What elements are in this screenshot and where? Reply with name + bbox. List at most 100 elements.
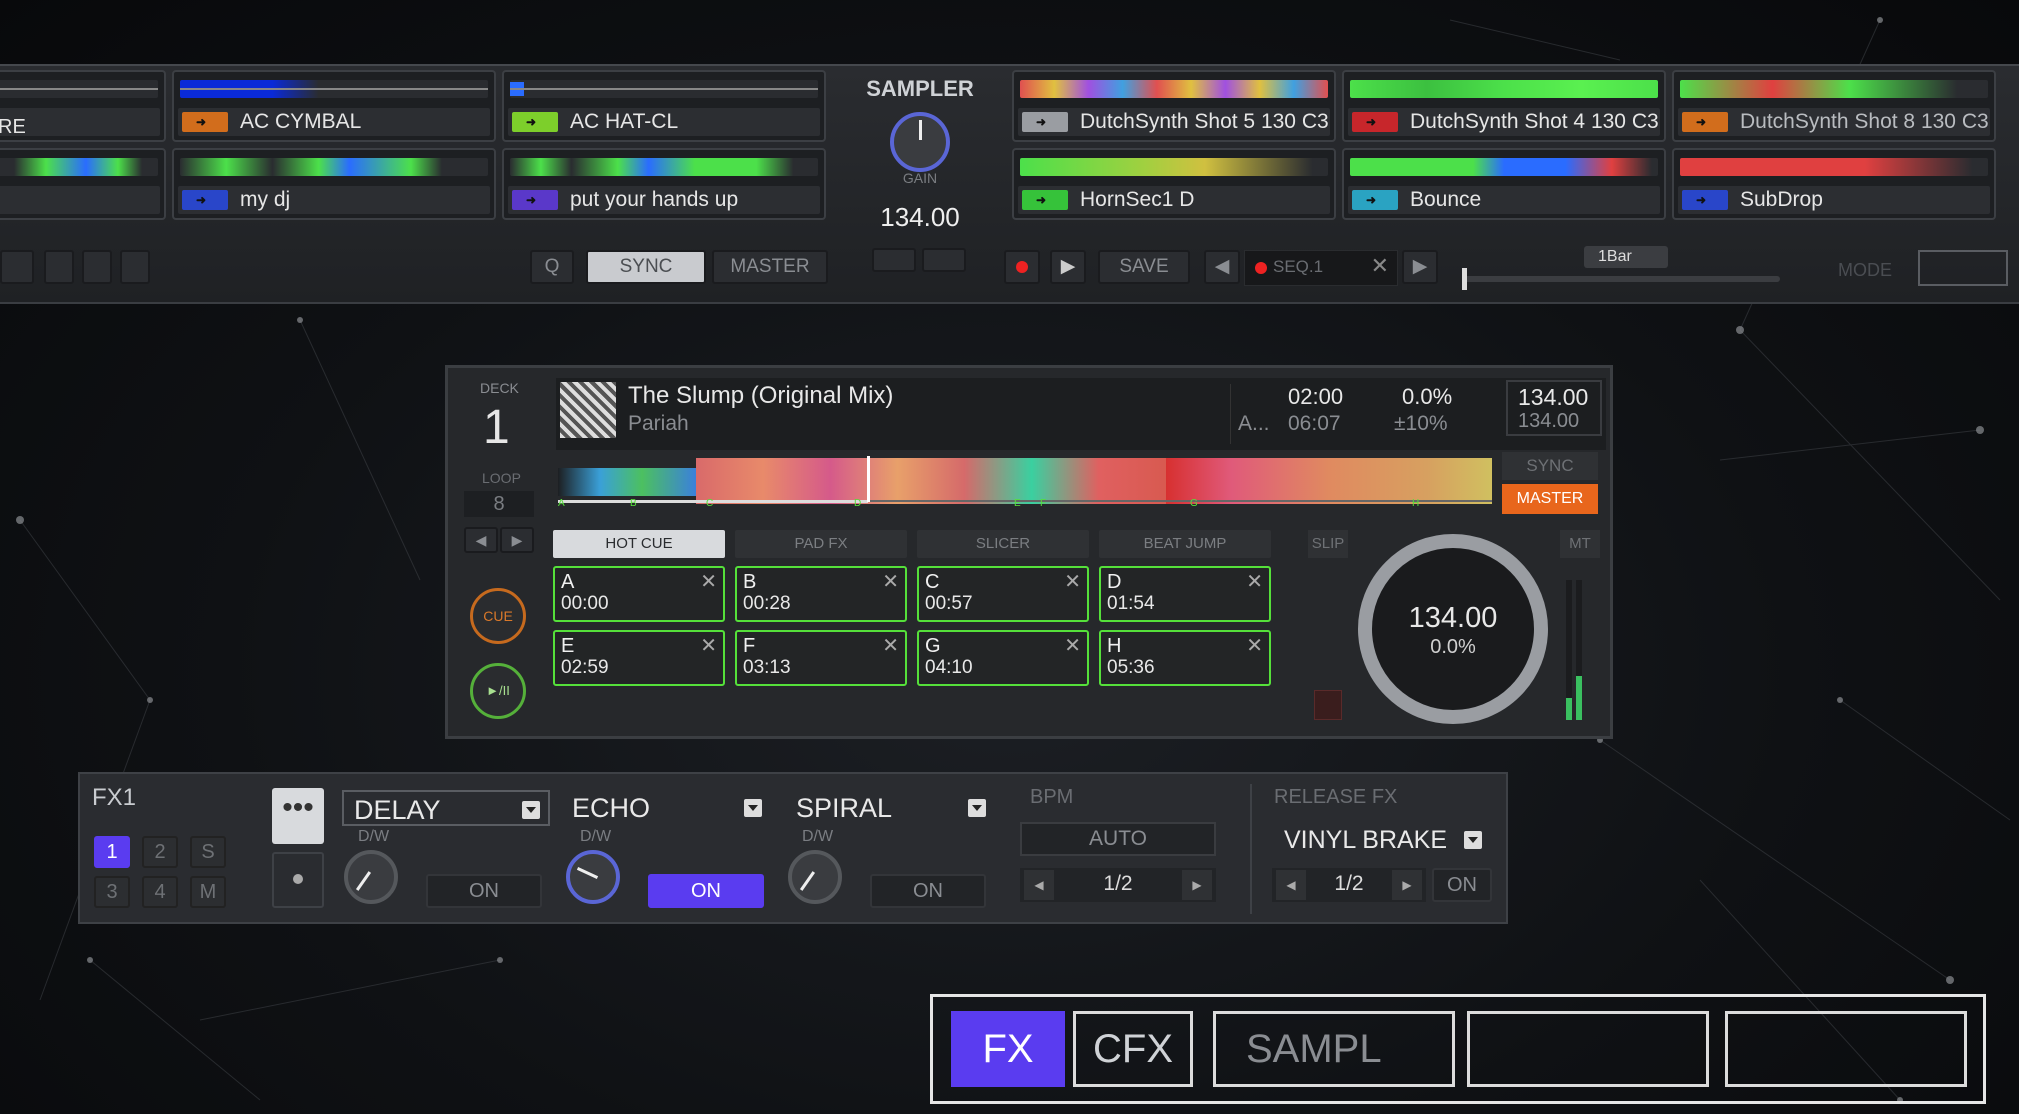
sampler-slot[interactable]: ➜ put your hands up: [502, 148, 826, 220]
fx-assign-button[interactable]: 4: [142, 876, 178, 908]
sampler-slot[interactable]: RE: [0, 70, 166, 142]
fx-effect-select[interactable]: DELAY: [342, 790, 550, 826]
hot-cue-pad[interactable]: D 01:54 ✕: [1099, 566, 1271, 622]
close-icon[interactable]: ✕: [1064, 569, 1081, 594]
release-fx-on-button[interactable]: ON: [1432, 868, 1492, 902]
hot-cue-pad[interactable]: E 02:59 ✕: [553, 630, 725, 686]
tab-empty[interactable]: [1725, 1011, 1967, 1087]
dw-knob[interactable]: [566, 850, 620, 904]
fx-auto-bpm-button[interactable]: AUTO: [1020, 822, 1216, 856]
fx-effect-select[interactable]: SPIRAL: [786, 790, 994, 826]
sequence-selector[interactable]: SEQ.1 ✕: [1244, 250, 1398, 286]
fx-effect-select[interactable]: ECHO: [562, 790, 770, 826]
close-icon[interactable]: ✕: [1246, 569, 1263, 594]
slot-color-swatch[interactable]: ➜: [1022, 112, 1068, 132]
mode-button[interactable]: [1918, 250, 2008, 286]
sampler-mode-button[interactable]: [0, 250, 34, 284]
dw-knob[interactable]: [788, 850, 842, 904]
close-icon[interactable]: ✕: [882, 569, 899, 594]
hot-cue-pad[interactable]: C 00:57 ✕: [917, 566, 1089, 622]
chevron-right-icon[interactable]: ▶: [1392, 870, 1422, 900]
cue-button[interactable]: CUE: [470, 588, 526, 644]
slot-color-swatch[interactable]: ➜: [1682, 190, 1728, 210]
slot-color-swatch[interactable]: ➜: [182, 112, 228, 132]
tab-beat-jump[interactable]: BEAT JUMP: [1099, 530, 1271, 558]
sampler-slot[interactable]: ➜ DutchSynth Shot 5 130 C3: [1012, 70, 1336, 142]
release-beat-selector[interactable]: ◀ 1/2 ▶: [1272, 868, 1426, 902]
dw-knob[interactable]: [344, 850, 398, 904]
sampler-slot[interactable]: ➜ DutchSynth Shot 4 130 C3: [1342, 70, 1666, 142]
tab-slicer[interactable]: SLICER: [917, 530, 1089, 558]
hot-cue-pad[interactable]: F 03:13 ✕: [735, 630, 907, 686]
jog-wheel[interactable]: 134.00 0.0%: [1358, 534, 1548, 724]
hot-cue-pad[interactable]: H 05:36 ✕: [1099, 630, 1271, 686]
fx-assign-button[interactable]: 1: [94, 836, 130, 868]
play-pause-button[interactable]: ►/II: [470, 663, 526, 719]
save-sequence-button[interactable]: SAVE: [1098, 250, 1190, 284]
bpm-down-button[interactable]: [872, 248, 916, 272]
tab-hot-cue[interactable]: HOT CUE: [553, 530, 725, 558]
slip-button[interactable]: SLIP: [1308, 530, 1348, 558]
slider-handle[interactable]: [1462, 268, 1467, 290]
sampler-slot[interactable]: ➜ my dj: [172, 148, 496, 220]
slot-color-swatch[interactable]: ➜: [1022, 190, 1068, 210]
deck-master-button[interactable]: MASTER: [1502, 484, 1598, 514]
seq-prev-button[interactable]: ◀: [1204, 250, 1240, 284]
loop-length[interactable]: 8: [464, 491, 534, 517]
quantize-button[interactable]: Q: [530, 250, 574, 284]
bpm-up-button[interactable]: [922, 248, 966, 272]
slot-color-swatch[interactable]: ➜: [1352, 190, 1398, 210]
close-icon[interactable]: ✕: [700, 633, 717, 658]
fx-assign-button[interactable]: 2: [142, 836, 178, 868]
tab-cfx[interactable]: CFX: [1073, 1011, 1193, 1087]
sampler-slot[interactable]: ➜ AC HAT-CL: [502, 70, 826, 142]
tab-pad-fx[interactable]: PAD FX: [735, 530, 907, 558]
hot-cue-pad[interactable]: A 00:00 ✕: [553, 566, 725, 622]
sampler-bank-button[interactable]: [44, 250, 74, 284]
hot-cue-pad[interactable]: B 00:28 ✕: [735, 566, 907, 622]
loop-halve-button[interactable]: ◀: [464, 527, 498, 553]
sampler-slot[interactable]: ➜ AC CYMBAL: [172, 70, 496, 142]
slot-color-swatch[interactable]: ➜: [1352, 112, 1398, 132]
fx-assign-button[interactable]: M: [190, 876, 226, 908]
slot-color-swatch[interactable]: ➜: [512, 190, 558, 210]
sampler-sync-button[interactable]: SYNC: [586, 250, 706, 284]
sampler-slot[interactable]: ➜ SubDrop: [1672, 148, 1996, 220]
chevron-right-icon[interactable]: ▶: [1182, 870, 1212, 900]
censor-button[interactable]: [1314, 690, 1342, 720]
close-icon[interactable]: ✕: [1371, 253, 1389, 279]
bar-length-select[interactable]: 1Bar: [1584, 246, 1668, 268]
fx-more-button[interactable]: •••: [272, 788, 324, 844]
tab-sampler[interactable]: SAMPL: [1213, 1011, 1455, 1087]
sequence-position-slider[interactable]: [1462, 268, 1780, 290]
sampler-master-button[interactable]: MASTER: [712, 250, 828, 284]
sampler-bank-button[interactable]: [82, 250, 112, 284]
track-waveform[interactable]: A B C D E F G H: [558, 456, 1492, 509]
seq-next-button[interactable]: ▶: [1402, 250, 1438, 284]
record-button[interactable]: [1004, 250, 1040, 284]
close-icon[interactable]: ✕: [882, 633, 899, 658]
slot-color-swatch[interactable]: ➜: [182, 190, 228, 210]
loop-double-button[interactable]: ▶: [500, 527, 534, 553]
tab-fx[interactable]: FX: [951, 1011, 1065, 1087]
release-fx-select[interactable]: VINYL BRAKE: [1274, 822, 1490, 858]
close-icon[interactable]: ✕: [700, 569, 717, 594]
fx-assign-button[interactable]: S: [190, 836, 226, 868]
tab-empty[interactable]: [1467, 1011, 1709, 1087]
sampler-slot[interactable]: ➜ Bounce: [1342, 148, 1666, 220]
fx-on-button[interactable]: ON: [648, 874, 764, 908]
bpm-display[interactable]: 134.00 134.00: [1506, 380, 1602, 436]
slot-color-swatch[interactable]: ➜: [512, 112, 558, 132]
master-tempo-button[interactable]: MT: [1560, 530, 1600, 558]
fx-beat-selector[interactable]: ◀ 1/2 ▶: [1020, 868, 1216, 902]
fx-on-button[interactable]: ON: [870, 874, 986, 908]
close-icon[interactable]: ✕: [1064, 633, 1081, 658]
hot-cue-pad[interactable]: G 04:10 ✕: [917, 630, 1089, 686]
sampler-slot[interactable]: ➜ HornSec1 D: [1012, 148, 1336, 220]
slot-color-swatch[interactable]: ➜: [1682, 112, 1728, 132]
close-icon[interactable]: ✕: [1246, 633, 1263, 658]
deck-sync-button[interactable]: SYNC: [1502, 452, 1598, 480]
gain-knob[interactable]: [890, 112, 950, 172]
sampler-slot[interactable]: [0, 148, 166, 220]
sampler-slot[interactable]: ➜ DutchSynth Shot 8 130 C3: [1672, 70, 1996, 142]
